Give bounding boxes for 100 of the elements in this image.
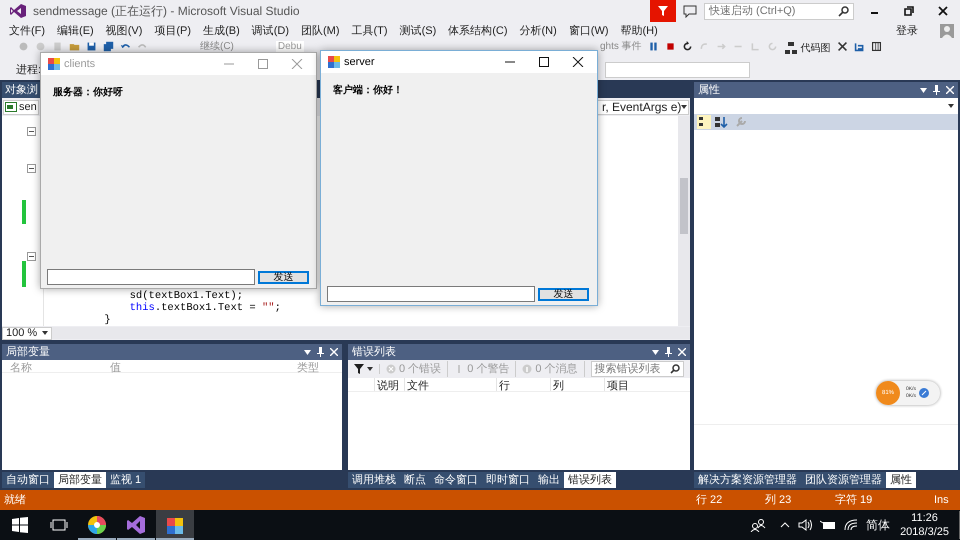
menu-item[interactable]: 文件(F) — [3, 22, 52, 40]
filter-icon — [354, 364, 364, 374]
window-title: sendmessage (正在运行) - Microsoft Visual Studio — [33, 3, 300, 20]
stop-icon[interactable] — [664, 41, 676, 52]
sign-in-link[interactable]: 登录 — [896, 22, 918, 40]
menu-item[interactable]: 生成(B) — [197, 22, 246, 40]
search-icon — [670, 364, 680, 374]
close-icon[interactable] — [330, 348, 338, 356]
column-indicator: 列 23 — [765, 492, 792, 508]
menu-item[interactable]: 团队(M) — [295, 22, 346, 40]
collapse-icon[interactable] — [27, 164, 36, 173]
panel-tab[interactable]: 即时窗口 — [482, 472, 534, 488]
code-line: } — [103, 314, 111, 326]
dropdown-arrow-icon[interactable] — [652, 350, 659, 354]
close-icon[interactable] — [678, 348, 686, 356]
insert-mode-indicator: Ins — [934, 492, 949, 508]
panel-tab[interactable]: 输出 — [534, 472, 564, 488]
input-method-indicator[interactable]: 简体 — [866, 516, 890, 534]
window-title: server — [344, 54, 376, 70]
horizontal-scrollbar[interactable] — [52, 327, 690, 339]
message-input[interactable] — [327, 286, 535, 302]
panel-tab[interactable]: 命令窗口 — [430, 472, 482, 488]
panel-title: 错误列表 — [352, 344, 397, 360]
chevron-up-icon[interactable] — [780, 522, 790, 528]
panel-tab[interactable]: 自动窗口 — [2, 472, 54, 488]
panel-tab[interactable]: 属性 — [886, 472, 916, 488]
panel-tab[interactable]: 解决方案资源管理器 — [694, 472, 801, 488]
menu-item[interactable]: 分析(N) — [514, 22, 563, 40]
close-icon[interactable] — [946, 86, 954, 94]
feedback-icon[interactable] — [683, 4, 697, 18]
message-label: 客户端：你好！ — [332, 83, 404, 98]
columns-icon[interactable] — [870, 41, 882, 52]
notification-button[interactable] — [650, 0, 676, 22]
menu-item[interactable]: 测试(S) — [394, 22, 442, 40]
character-indicator: 字符 19 — [835, 492, 874, 508]
column-header[interactable]: 列 — [550, 378, 604, 391]
column-header[interactable]: 说明 — [374, 378, 404, 391]
menu-item[interactable]: 工具(T) — [346, 22, 394, 40]
panel-tab[interactable]: 调用堆栈 — [348, 472, 400, 488]
volume-icon[interactable] — [798, 519, 812, 531]
pin-icon[interactable] — [317, 347, 324, 357]
vertical-scrollbar[interactable] — [678, 116, 690, 326]
menu-item[interactable]: 视图(V) — [100, 22, 148, 40]
dropdown-arrow-icon — [948, 104, 954, 108]
collapse-icon[interactable] — [27, 252, 36, 261]
rocket-icon — [919, 388, 930, 398]
search-field[interactable]: 搜索错误列表 — [590, 361, 684, 377]
type-dropdown[interactable]: sen — [3, 100, 39, 114]
panel-tab[interactable]: 局部变量 — [54, 472, 106, 488]
member-dropdown[interactable]: r, EventArgs e) — [597, 100, 689, 114]
panel-tab[interactable]: 团队资源管理器 — [801, 472, 886, 488]
panel-tab[interactable]: 错误列表 — [564, 472, 616, 488]
search-icon — [838, 6, 849, 16]
layout-icon[interactable] — [854, 41, 865, 52]
message-input[interactable] — [47, 269, 255, 285]
dropdown-arrow-icon[interactable] — [920, 88, 927, 92]
menu-item[interactable]: 编辑(E) — [51, 22, 100, 40]
panel-tab[interactable]: 监视 1 — [106, 472, 146, 488]
save-icon[interactable] — [86, 41, 97, 52]
code-map-button[interactable]: 代码图 — [784, 41, 831, 55]
column-header[interactable]: 行 — [496, 378, 550, 391]
zoom-dropdown[interactable]: 100 % — [2, 326, 52, 340]
clock[interactable]: 11:26 2018/3/25 — [900, 511, 949, 539]
code-line: sd(textBox1.Text); — [128, 290, 244, 302]
info-icon — [522, 364, 532, 374]
collapse-icon[interactable] — [27, 127, 36, 136]
battery-icon[interactable] — [820, 520, 836, 530]
taskbar-app[interactable] — [156, 510, 194, 540]
menu-item[interactable]: 项目(P) — [148, 22, 198, 40]
column-header[interactable]: 文件 — [404, 378, 496, 391]
dropdown-arrow-icon[interactable] — [304, 350, 311, 354]
filter-dropdown[interactable] — [354, 364, 380, 374]
document-tab[interactable]: 对象浏 — [2, 82, 41, 98]
window-title: clients — [64, 56, 96, 72]
save-all-icon[interactable] — [103, 41, 114, 52]
send-button[interactable]: 发送 — [258, 270, 309, 284]
dropdown-arrow-icon — [367, 367, 373, 371]
send-button[interactable]: 发送 — [538, 288, 589, 300]
menu-item[interactable]: 窗口(W) — [562, 22, 615, 40]
restart-icon[interactable] — [682, 41, 693, 52]
panel-tab[interactable]: 断点 — [400, 472, 430, 488]
menu-item[interactable]: 调试(D) — [246, 22, 296, 40]
pin-icon[interactable] — [933, 85, 940, 95]
sort-alphabetical-icon[interactable] — [714, 115, 728, 129]
dropdown-arrow-icon — [681, 105, 688, 109]
menu-item[interactable]: 帮助(H) — [614, 22, 664, 40]
form-icon — [48, 58, 60, 70]
people-icon[interactable] — [750, 518, 766, 532]
error-icon — [386, 364, 396, 374]
column-header[interactable]: 项目 — [604, 378, 664, 391]
wifi-icon[interactable] — [844, 519, 858, 531]
pin-icon[interactable] — [665, 347, 672, 357]
dropdown-arrow-icon — [42, 331, 48, 335]
change-marker — [22, 200, 26, 224]
categorized-icon[interactable] — [697, 115, 711, 129]
quick-launch-field[interactable]: 快速启动 (Ctrl+Q) — [704, 2, 854, 20]
panel-title: 属性 — [698, 82, 721, 98]
menu-item[interactable]: 体系结构(C) — [442, 22, 514, 40]
pause-icon[interactable] — [648, 41, 659, 52]
status-text: 就绪 — [3, 492, 27, 508]
